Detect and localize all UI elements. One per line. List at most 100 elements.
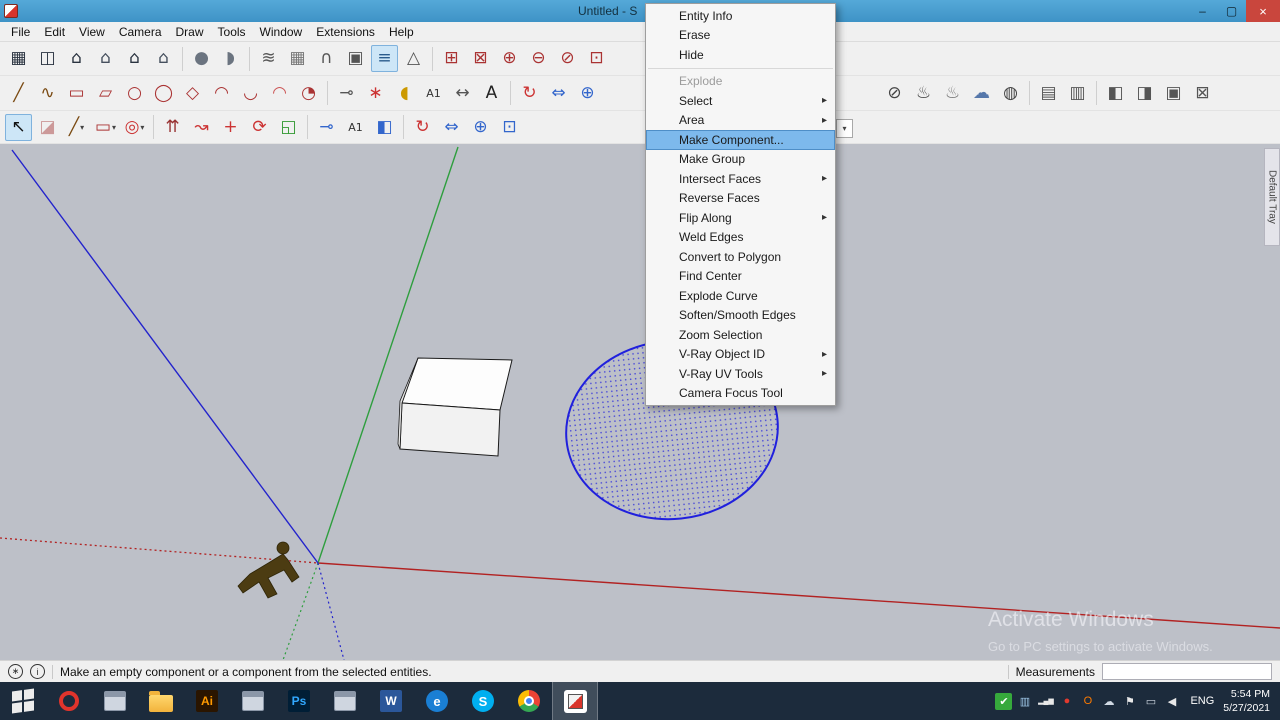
- smoove-button[interactable]: ∩: [313, 45, 340, 72]
- context-item-erase[interactable]: Erase: [646, 26, 835, 46]
- hidden-toolbar-dropdown-icon[interactable]: ▾: [836, 119, 853, 138]
- app-window-taskbar-icon-1[interactable]: [92, 682, 138, 720]
- vray-disabled-button[interactable]: ⊘: [881, 80, 908, 107]
- file-explorer-taskbar-icon[interactable]: [138, 682, 184, 720]
- notification-red-icon[interactable]: ●: [1058, 693, 1075, 710]
- context-item-soften-smooth-edges[interactable]: Soften/Smooth Edges: [646, 306, 835, 326]
- context-item-select[interactable]: Select▸: [646, 91, 835, 111]
- tape-measure-button[interactable]: ⊸: [313, 114, 340, 141]
- text-tool-button[interactable]: A1: [342, 114, 369, 141]
- from-contours-button[interactable]: ≋: [255, 45, 282, 72]
- pan-tool-button[interactable]: ⇔: [438, 114, 465, 141]
- menu-edit[interactable]: Edit: [37, 25, 72, 39]
- eraser-tool-button[interactable]: ◪: [34, 114, 61, 141]
- zoom-tool-button[interactable]: ⊕: [574, 80, 601, 107]
- select-tool-button[interactable]: ↖: [5, 114, 32, 141]
- language-indicator[interactable]: ENG: [1190, 695, 1214, 707]
- display-tray-icon[interactable]: ▥: [1016, 693, 1033, 710]
- context-item-entity-info[interactable]: Entity Info: [646, 6, 835, 26]
- menu-tools[interactable]: Tools: [211, 25, 253, 39]
- signal-strength-icon[interactable]: ▂▄▆: [1037, 693, 1054, 710]
- add-detail-button[interactable]: △: [400, 45, 427, 72]
- edge-taskbar-icon[interactable]: e: [414, 682, 460, 720]
- axes-tool-button[interactable]: ∗: [362, 80, 389, 107]
- measurements-input[interactable]: [1102, 663, 1272, 680]
- from-scratch-button[interactable]: ▦: [284, 45, 311, 72]
- vray-history-button[interactable]: ◨: [1131, 80, 1158, 107]
- 3d-warehouse-button[interactable]: ▦: [5, 45, 32, 72]
- rectangle-tool-button[interactable]: ▭: [63, 80, 90, 107]
- vray-viewport-button[interactable]: ▥: [1064, 80, 1091, 107]
- vray-render-button[interactable]: ♨: [910, 80, 937, 107]
- sketchup-taskbar-icon[interactable]: [552, 682, 598, 720]
- protractor-button[interactable]: ◖: [391, 80, 418, 107]
- line-tool-button[interactable]: ╱: [5, 80, 32, 107]
- flag-tray-icon[interactable]: ⚑: [1121, 693, 1138, 710]
- scale-figure[interactable]: [238, 542, 299, 598]
- context-item-area[interactable]: Area▸: [646, 111, 835, 131]
- orbit-tool-button[interactable]: ↻: [409, 114, 436, 141]
- solid-subtract-button[interactable]: ⊖: [525, 45, 552, 72]
- drawn-box[interactable]: [398, 358, 512, 456]
- context-item-camera-focus-tool[interactable]: Camera Focus Tool: [646, 384, 835, 404]
- illustrator-taskbar-icon[interactable]: Ai: [184, 682, 230, 720]
- context-item-convert-to-polygon[interactable]: Convert to Polygon: [646, 247, 835, 267]
- pie-tool-button[interactable]: ◔: [295, 80, 322, 107]
- context-item-hide[interactable]: Hide: [646, 45, 835, 65]
- vray-frame-buffer-button[interactable]: ◧: [1102, 80, 1129, 107]
- scale-tool-button[interactable]: ◱: [275, 114, 302, 141]
- stamp-button[interactable]: ▣: [342, 45, 369, 72]
- word-taskbar-icon[interactable]: W: [368, 682, 414, 720]
- context-item-weld-edges[interactable]: Weld Edges: [646, 228, 835, 248]
- barn-model-button[interactable]: ⌂: [150, 45, 177, 72]
- rectangle-tool-dropdown-icon[interactable]: ▾: [112, 123, 116, 132]
- vray-asset-sync-button[interactable]: ◍: [997, 80, 1024, 107]
- drawing-canvas[interactable]: Activate Windows Go to PC settings to ac…: [0, 144, 1280, 660]
- geolocation-icon[interactable]: ∗: [8, 664, 23, 679]
- sphere-tool-button[interactable]: ●: [188, 45, 215, 72]
- drape-button[interactable]: ≡: [371, 45, 398, 72]
- vray-lens-button[interactable]: ▣: [1160, 80, 1187, 107]
- offset-tool-button[interactable]: ◎▾: [121, 114, 148, 141]
- two-point-arc-button[interactable]: ◡: [237, 80, 264, 107]
- vray-lock-button[interactable]: ⊠: [1189, 80, 1216, 107]
- volume-icon[interactable]: ◀: [1163, 693, 1180, 710]
- components-button[interactable]: ◫: [34, 45, 61, 72]
- zoom-extents-button[interactable]: ⊡: [496, 114, 523, 141]
- skype-taskbar-icon[interactable]: S: [460, 682, 506, 720]
- house-model-button[interactable]: ⌂: [63, 45, 90, 72]
- opera-taskbar-icon[interactable]: [46, 682, 92, 720]
- menu-file[interactable]: File: [4, 25, 37, 39]
- vray-batch-render-button[interactable]: ♨: [939, 80, 966, 107]
- menu-extensions[interactable]: Extensions: [309, 25, 382, 39]
- solid-trim-button[interactable]: ⊘: [554, 45, 581, 72]
- push-pull-button[interactable]: ⇈: [159, 114, 186, 141]
- chrome-taskbar-icon[interactable]: [506, 682, 552, 720]
- info-icon[interactable]: i: [30, 664, 45, 679]
- context-item-find-center[interactable]: Find Center: [646, 267, 835, 287]
- menu-camera[interactable]: Camera: [112, 25, 169, 39]
- outer-shell-button[interactable]: ⊞: [438, 45, 465, 72]
- solid-split-button[interactable]: ⊡: [583, 45, 610, 72]
- context-item-zoom-selection[interactable]: Zoom Selection: [646, 325, 835, 345]
- circle-tool-button[interactable]: ○: [121, 80, 148, 107]
- vray-cloud-button[interactable]: ☁: [968, 80, 995, 107]
- three-point-arc-button[interactable]: ◠: [266, 80, 293, 107]
- dimension-tool-button[interactable]: ↔: [449, 80, 476, 107]
- pan-tool-button[interactable]: ⇔: [545, 80, 572, 107]
- tape-measure-button[interactable]: ⊸: [333, 80, 360, 107]
- app-window-taskbar-icon-3[interactable]: [322, 682, 368, 720]
- pen-input-icon[interactable]: ▭: [1142, 693, 1159, 710]
- dome-tool-button[interactable]: ◗: [217, 45, 244, 72]
- rotate-tool-button[interactable]: ⟳: [246, 114, 273, 141]
- context-item-v-ray-object-id[interactable]: V-Ray Object ID▸: [646, 345, 835, 365]
- vray-interactive-button[interactable]: ▤: [1035, 80, 1062, 107]
- solid-intersect-button[interactable]: ⊠: [467, 45, 494, 72]
- default-tray-tab[interactable]: Default Tray: [1264, 148, 1280, 246]
- context-item-reverse-faces[interactable]: Reverse Faces: [646, 189, 835, 209]
- line-tool-dropdown-icon[interactable]: ▾: [80, 123, 84, 132]
- opera-tray-icon[interactable]: O: [1079, 693, 1096, 710]
- start-button[interactable]: [0, 682, 46, 720]
- menu-window[interactable]: Window: [253, 25, 310, 39]
- cloud-tray-icon[interactable]: ☁: [1100, 693, 1117, 710]
